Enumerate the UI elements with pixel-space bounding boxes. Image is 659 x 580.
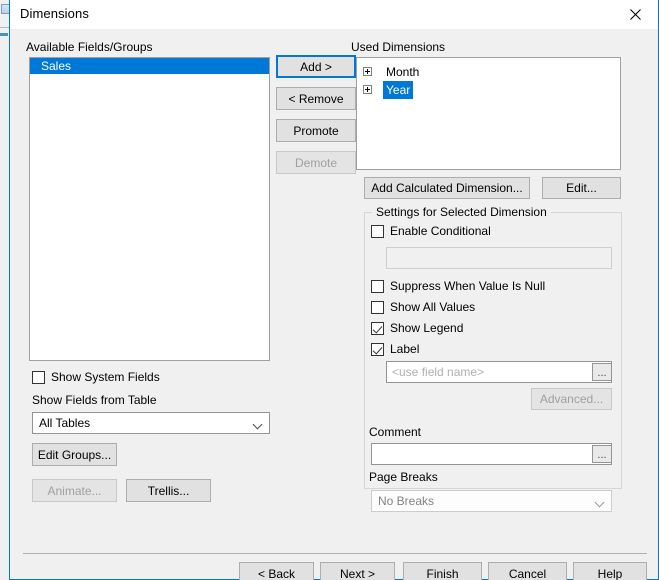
label-text-field[interactable]: <use field name> (386, 361, 612, 383)
tree-item-label: Year (383, 81, 414, 99)
back-button[interactable]: < Back (239, 562, 314, 580)
page-breaks-label: Page Breaks (369, 470, 438, 484)
help-button[interactable]: Help (573, 562, 647, 580)
enable-conditional-label: Enable Conditional (390, 224, 491, 238)
plus-icon[interactable] (363, 85, 372, 94)
trellis-button[interactable]: Trellis... (126, 479, 211, 502)
show-fields-from-table-label: Show Fields from Table (32, 393, 157, 407)
edit-dimension-button[interactable]: Edit... (542, 177, 621, 199)
conditional-expression-field (386, 247, 612, 269)
label-checkbox-label: Label (390, 342, 420, 356)
add-calculated-dimension-button[interactable]: Add Calculated Dimension... (364, 177, 530, 199)
table-filter-combo[interactable]: All Tables (32, 412, 270, 434)
tree-item-year[interactable]: Year (357, 81, 620, 99)
comment-browse-button[interactable]: ... (592, 445, 612, 463)
promote-button[interactable]: Promote (276, 119, 356, 142)
add-button[interactable]: Add > (276, 55, 356, 78)
settings-groupbox-title: Settings for Selected Dimension (372, 206, 551, 219)
page-breaks-value: No Breaks (378, 494, 435, 508)
checkbox-box (371, 300, 384, 314)
show-all-values-label: Show All Values (390, 300, 476, 314)
next-button[interactable]: Next > (320, 562, 395, 580)
comment-field[interactable] (371, 443, 612, 465)
checkbox-box (371, 321, 384, 335)
background-window-divider (0, 27, 9, 28)
tree-item-month[interactable]: Month (357, 63, 620, 81)
footer-divider (23, 553, 647, 554)
table-filter-value: All Tables (39, 416, 91, 430)
used-dimensions-label: Used Dimensions (351, 40, 446, 54)
chevron-down-icon (247, 421, 269, 426)
used-dimensions-tree[interactable]: Month Year (356, 57, 621, 170)
close-icon[interactable] (612, 0, 658, 29)
window-title: Dimensions (20, 6, 89, 21)
checkbox-box (371, 224, 384, 238)
show-system-fields-checkbox[interactable]: Show System Fields (32, 370, 160, 384)
animate-button: Animate... (32, 479, 117, 502)
chevron-down-icon (589, 499, 611, 504)
suppress-when-null-label: Suppress When Value Is Null (390, 279, 546, 293)
label-checkbox[interactable]: Label (371, 342, 419, 356)
page-breaks-combo[interactable]: No Breaks (371, 490, 612, 512)
available-fields-listbox[interactable]: Sales (29, 57, 270, 361)
cancel-button[interactable]: Cancel (488, 562, 567, 580)
checkbox-box (371, 279, 384, 293)
checkbox-box (371, 342, 384, 356)
label-text-placeholder: <use field name> (392, 365, 485, 379)
enable-conditional-checkbox[interactable]: Enable Conditional (371, 224, 491, 238)
show-legend-checkbox[interactable]: Show Legend (371, 321, 463, 335)
finish-button[interactable]: Finish (403, 562, 482, 580)
label-browse-button[interactable]: ... (592, 363, 612, 381)
plus-icon[interactable] (363, 67, 372, 76)
checkbox-box (32, 370, 45, 384)
show-all-values-checkbox[interactable]: Show All Values (371, 300, 475, 314)
suppress-when-null-checkbox[interactable]: Suppress When Value Is Null (371, 279, 545, 293)
available-fields-label: Available Fields/Groups (26, 40, 153, 54)
edit-groups-button[interactable]: Edit Groups... (32, 443, 117, 466)
title-bar: Dimensions (10, 0, 658, 30)
advanced-button: Advanced... (531, 388, 612, 410)
demote-button: Demote (276, 151, 356, 174)
tree-item-label: Month (386, 65, 420, 79)
comment-label: Comment (369, 425, 422, 439)
screen: Dimensions Available Fields/Groups Sales… (0, 0, 659, 580)
dimensions-dialog: Dimensions Available Fields/Groups Sales… (9, 0, 659, 580)
list-item-sales[interactable]: Sales (30, 58, 269, 74)
remove-button[interactable]: < Remove (276, 87, 356, 110)
show-legend-label: Show Legend (390, 321, 464, 335)
show-system-fields-label: Show System Fields (51, 370, 160, 384)
dialog-client-area: Available Fields/Groups Sales Show Syste… (10, 29, 658, 580)
background-window-accent (0, 33, 8, 36)
